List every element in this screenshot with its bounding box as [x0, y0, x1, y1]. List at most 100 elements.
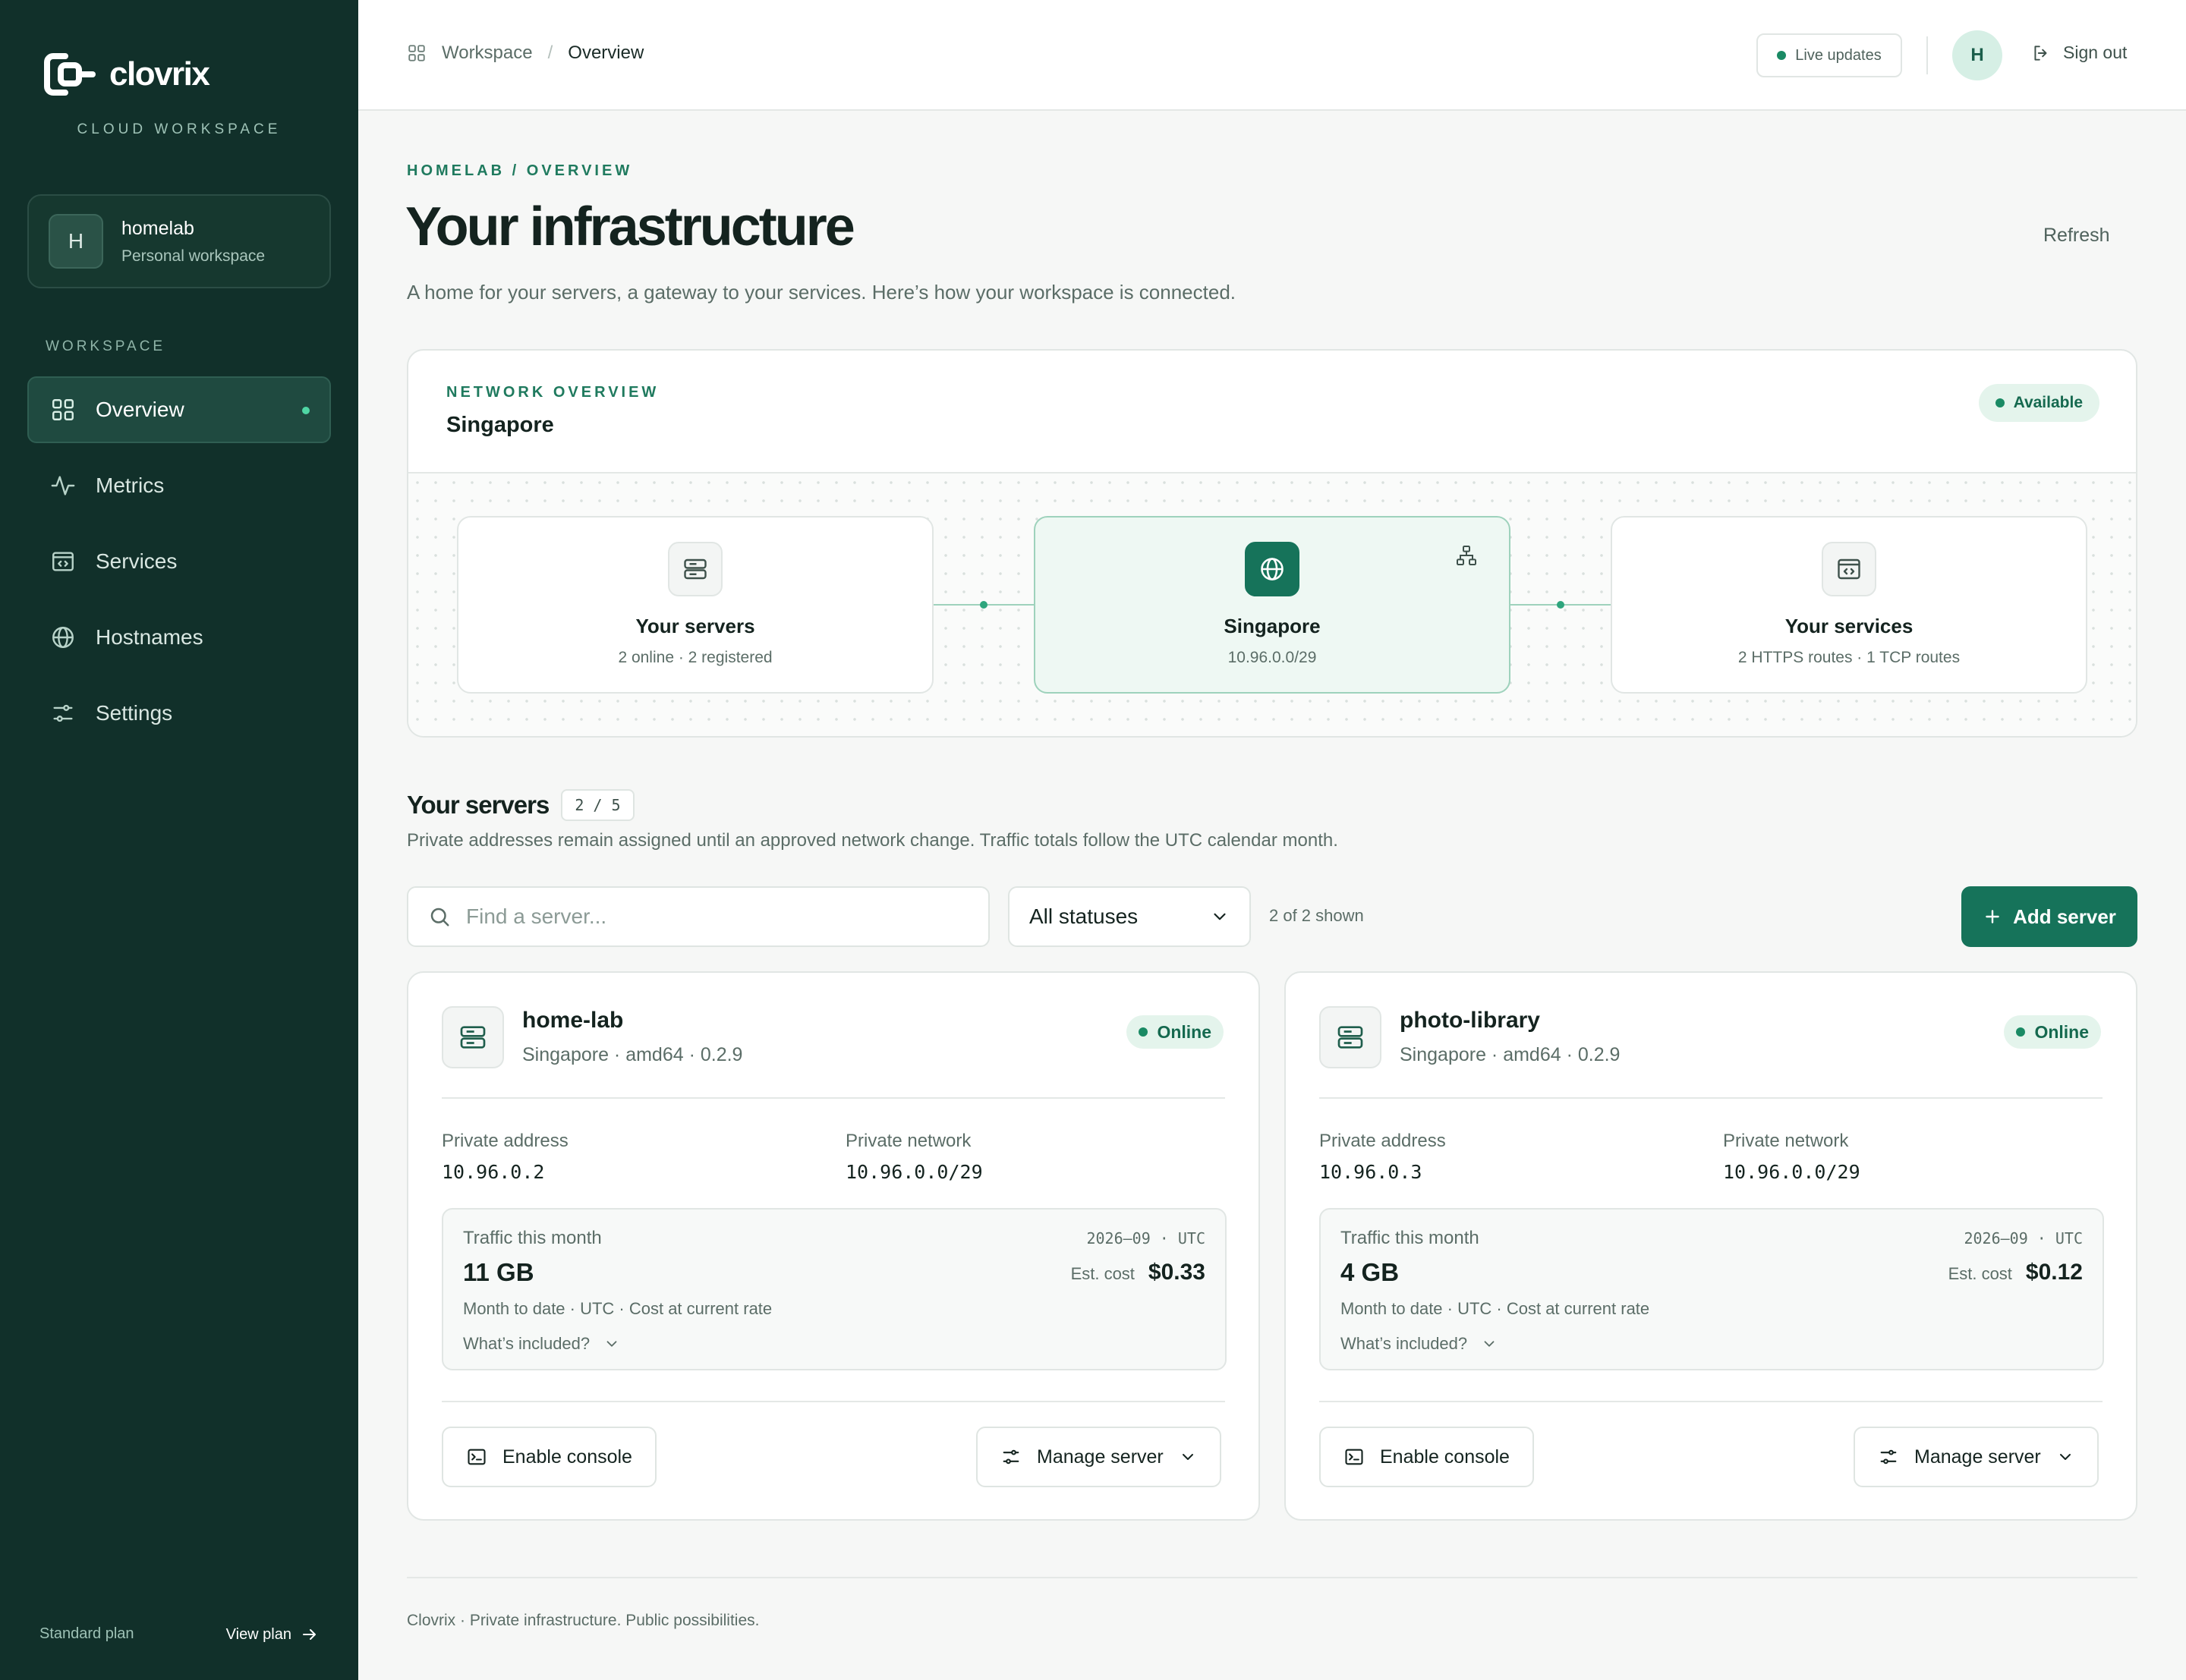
- status-dot: [2016, 1027, 2026, 1037]
- plus-icon: [1986, 910, 1999, 923]
- sign-out-icon: [2034, 45, 2047, 61]
- search-icon: [430, 908, 449, 927]
- status-filter-select[interactable]: All statuses: [1008, 886, 1251, 947]
- estimated-cost: Est. cost $0.12: [1948, 1260, 2083, 1285]
- sidebar: clovrix CLOUD WORKSPACE H homelab Person…: [0, 0, 358, 1680]
- footer-divider: [407, 1577, 2137, 1578]
- private-address-value: 10.96.0.3: [1319, 1161, 1422, 1183]
- divider: [1319, 1097, 2103, 1099]
- sidebar-item-label: Hostnames: [96, 625, 203, 649]
- view-plan-link[interactable]: View plan: [226, 1625, 319, 1644]
- traffic-note: Month to date · UTC · Cost at current ra…: [1340, 1299, 1650, 1318]
- breadcrumb-separator: /: [547, 42, 553, 63]
- whats-included-label: What’s included?: [1340, 1334, 1468, 1353]
- node-your-services[interactable]: Your services 2 HTTPS routes · 1 TCP rou…: [1611, 516, 2087, 694]
- chevron-down-icon: [1214, 913, 1226, 920]
- private-network-value: 10.96.0.0/29: [1723, 1161, 1860, 1183]
- breadcrumb-workspace[interactable]: Workspace: [442, 42, 533, 64]
- sidebar-item-label: Overview: [96, 398, 184, 421]
- status-badge: Available: [1978, 384, 2099, 422]
- cost-label: Est. cost: [1070, 1264, 1135, 1283]
- status-dot: [1139, 1027, 1148, 1037]
- private-address-label: Private address: [1319, 1131, 1446, 1151]
- sidebar-item-metrics[interactable]: Metrics: [27, 452, 331, 519]
- node-sub: 10.96.0.0/29: [1227, 649, 1317, 666]
- enable-console-label: Enable console: [1380, 1446, 1510, 1468]
- clovrix-logo-icon: [44, 53, 96, 96]
- sidebar-item-overview[interactable]: Overview: [27, 376, 331, 443]
- live-updates-badge[interactable]: Live updates: [1756, 33, 1902, 77]
- traffic-note: Month to date · UTC · Cost at current ra…: [463, 1299, 773, 1318]
- node-your-servers[interactable]: Your servers 2 online · 2 registered: [457, 516, 934, 694]
- page-description: A home for your servers, a gateway to yo…: [407, 281, 1236, 304]
- divider: [442, 1401, 1225, 1402]
- traffic-panel: Traffic this month 2026–09 · UTC 4 GB Es…: [1319, 1208, 2104, 1370]
- whats-included-toggle[interactable]: What’s included?: [1340, 1334, 1498, 1354]
- enable-console-button[interactable]: Enable console: [442, 1427, 657, 1487]
- view-plan-label: View plan: [225, 1625, 291, 1643]
- brand-tagline: CLOUD WORKSPACE: [77, 121, 282, 137]
- sidebar-item-settings[interactable]: Settings: [27, 680, 331, 747]
- refresh-button[interactable]: Refresh: [2043, 225, 2110, 247]
- status-label: Available: [2013, 394, 2083, 411]
- user-avatar[interactable]: H: [1952, 30, 2002, 80]
- servers-header: Your servers 2 / 5: [407, 789, 635, 821]
- terminal-icon: [468, 1449, 486, 1465]
- page-title: Your infrastructure: [405, 197, 855, 257]
- browser-code-icon: [1822, 542, 1876, 596]
- traffic-panel: Traffic this month 2026–09 · UTC 11 GB E…: [442, 1208, 1227, 1370]
- page-eyebrow: HOMELAB / OVERVIEW: [407, 162, 633, 179]
- browser-code-icon: [50, 549, 76, 574]
- server-name[interactable]: photo-library: [1400, 1008, 1540, 1033]
- manage-server-label: Manage server: [1914, 1446, 2041, 1468]
- status-dot: [1995, 398, 2005, 407]
- node-name: Your servers: [635, 615, 755, 637]
- traffic-period: 2026–09 · UTC: [1086, 1229, 1205, 1247]
- sidebar-item-label: Settings: [96, 701, 173, 725]
- connector-dot: [980, 601, 987, 609]
- sign-out-label: Sign out: [2063, 42, 2128, 62]
- brand[interactable]: clovrix: [44, 53, 210, 96]
- terminal-icon: [1345, 1449, 1363, 1465]
- private-network-label: Private network: [1723, 1131, 1849, 1151]
- globe-icon: [1245, 542, 1299, 596]
- network-overview-card: NETWORK OVERVIEW Singapore Available You…: [407, 349, 2137, 738]
- cost-value: $0.33: [1148, 1260, 1205, 1285]
- workspace-name: homelab: [121, 217, 194, 239]
- connector-line: [1510, 601, 1611, 609]
- traffic-value: 4 GB: [1340, 1258, 1400, 1286]
- cost-value: $0.12: [2025, 1260, 2083, 1285]
- live-updates-label: Live updates: [1795, 46, 1882, 64]
- chevron-down-icon: [606, 1341, 617, 1347]
- add-server-button[interactable]: Add server: [1961, 886, 2137, 947]
- footer-text: Clovrix · Private infrastructure. Public…: [407, 1612, 760, 1629]
- sidebar-item-services[interactable]: Services: [27, 528, 331, 595]
- sidebar-item-label: Services: [96, 549, 178, 573]
- enable-console-button[interactable]: Enable console: [1319, 1427, 1534, 1487]
- manage-server-button[interactable]: Manage server: [976, 1427, 1221, 1487]
- divider: [1319, 1401, 2103, 1402]
- server-name[interactable]: home-lab: [522, 1008, 623, 1033]
- divider: [442, 1097, 1225, 1099]
- brand-name: clovrix: [109, 55, 210, 93]
- node-singapore[interactable]: Singapore 10.96.0.0/29: [1034, 516, 1510, 694]
- whats-included-toggle[interactable]: What’s included?: [463, 1334, 620, 1354]
- globe-icon: [50, 624, 76, 650]
- sidebar-item-label: Metrics: [96, 473, 165, 497]
- status-badge: Online: [2004, 1015, 2101, 1049]
- status-label: Online: [2034, 1021, 2089, 1042]
- node-sub: 2 online · 2 registered: [618, 649, 773, 666]
- workspace-switcher[interactable]: H homelab Personal workspace: [27, 194, 331, 288]
- sign-out-button[interactable]: Sign out: [2031, 42, 2127, 63]
- traffic-period: 2026–09 · UTC: [1964, 1229, 2083, 1247]
- server-search[interactable]: [407, 886, 990, 947]
- results-count: 2 of 2 shown: [1269, 906, 1364, 925]
- sidebar-footer: Standard plan View plan: [39, 1625, 319, 1644]
- manage-server-button[interactable]: Manage server: [1854, 1427, 2099, 1487]
- sidebar-item-hostnames[interactable]: Hostnames: [27, 604, 331, 671]
- search-input[interactable]: [466, 904, 982, 929]
- private-network-label: Private network: [846, 1131, 972, 1151]
- servers-count-badge: 2 / 5: [561, 789, 635, 821]
- server-meta: Singapore · amd64 · 0.2.9: [1400, 1044, 1621, 1065]
- activity-icon: [50, 473, 76, 499]
